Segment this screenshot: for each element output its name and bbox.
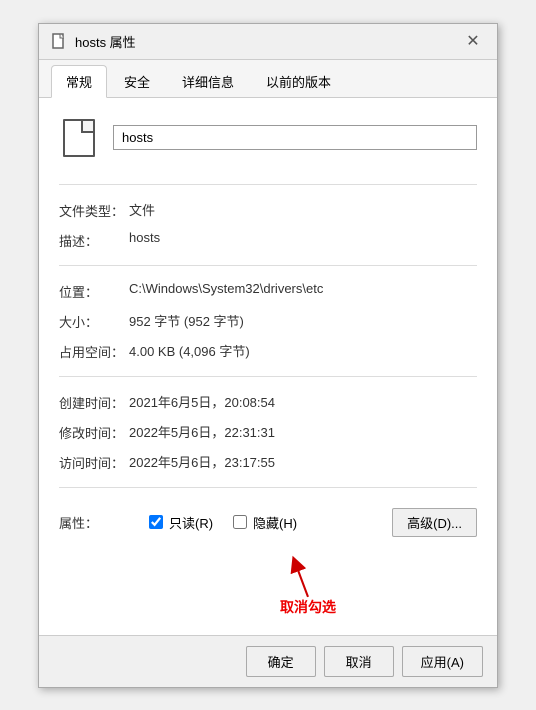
info-row-accessed: 访问时间： 2022年5月6日，23:17:55 (59, 447, 477, 477)
value-created: 2021年6月5日，20:08:54 (129, 392, 477, 411)
info-row-disksize: 占用空间： 4.00 KB (4,096 字节) (59, 336, 477, 366)
value-filetype: 文件 (129, 200, 477, 219)
info-row-created: 创建时间： 2021年6月5日，20:08:54 (59, 387, 477, 417)
arrow-icon (283, 551, 333, 601)
tab-general[interactable]: 常规 (51, 65, 107, 98)
info-group-2: 位置： C:\Windows\System32\drivers\etc 大小： … (59, 276, 477, 366)
attrs-label: 属性： (59, 513, 129, 532)
attrs-row: 属性： 只读(R) 隐藏(H) 高级(D)... (59, 498, 477, 547)
file-icon-wrapper (59, 116, 99, 160)
file-name-input[interactable] (113, 125, 477, 150)
window-title: hosts 属性 (75, 32, 136, 51)
hidden-checkbox-group[interactable]: 隐藏(H) (233, 513, 297, 532)
readonly-checkbox[interactable] (149, 515, 163, 529)
divider-2 (59, 265, 477, 266)
apply-button[interactable]: 应用(A) (402, 646, 483, 677)
value-location: C:\Windows\System32\drivers\etc (129, 281, 477, 296)
tab-details[interactable]: 详细信息 (167, 65, 249, 98)
label-created: 创建时间： (59, 392, 129, 412)
main-window: hosts 属性 ✕ 常规 安全 详细信息 以前的版本 文件类型： 文件 描述： (38, 23, 498, 688)
divider-4 (59, 487, 477, 488)
divider-3 (59, 376, 477, 377)
label-modified: 修改时间： (59, 422, 129, 442)
title-bar: hosts 属性 ✕ (39, 24, 497, 60)
bottom-buttons: 确定 取消 应用(A) (39, 635, 497, 687)
label-location: 位置： (59, 281, 129, 301)
hidden-label: 隐藏(H) (253, 513, 297, 532)
advanced-button[interactable]: 高级(D)... (392, 508, 477, 537)
value-disksize: 4.00 KB (4,096 字节) (129, 341, 477, 360)
info-row-location: 位置： C:\Windows\System32\drivers\etc (59, 276, 477, 306)
label-disksize: 占用空间： (59, 341, 129, 361)
file-header (59, 116, 477, 160)
readonly-checkbox-group[interactable]: 只读(R) (149, 513, 213, 532)
tab-previous-versions[interactable]: 以前的版本 (251, 65, 346, 98)
divider-1 (59, 184, 477, 185)
arrow-annotation: 取消勾选 (139, 551, 477, 617)
tab-content: 文件类型： 文件 描述： hosts 位置： C:\Windows\System… (39, 98, 497, 635)
info-row-size: 大小： 952 字节 (952 字节) (59, 306, 477, 336)
label-accessed: 访问时间： (59, 452, 129, 472)
label-size: 大小： (59, 311, 129, 331)
info-row-modified: 修改时间： 2022年5月6日，22:31:31 (59, 417, 477, 447)
file-icon (63, 119, 95, 157)
value-accessed: 2022年5月6日，23:17:55 (129, 452, 477, 471)
info-row: 文件类型： 文件 (59, 195, 477, 225)
hidden-checkbox[interactable] (233, 515, 247, 529)
value-modified: 2022年5月6日，22:31:31 (129, 422, 477, 441)
info-group-1: 文件类型： 文件 描述： hosts (59, 195, 477, 255)
readonly-label: 只读(R) (169, 513, 213, 532)
window-icon (51, 33, 67, 49)
tab-security[interactable]: 安全 (109, 65, 165, 98)
value-description: hosts (129, 230, 477, 245)
label-description: 描述： (59, 230, 129, 250)
tabs-bar: 常规 安全 详细信息 以前的版本 (39, 60, 497, 98)
annotation-text: 取消勾选 (280, 597, 336, 617)
close-button[interactable]: ✕ (461, 29, 485, 53)
title-bar-left: hosts 属性 (51, 32, 136, 51)
info-group-3: 创建时间： 2021年6月5日，20:08:54 修改时间： 2022年5月6日… (59, 387, 477, 477)
cancel-button[interactable]: 取消 (324, 646, 394, 677)
ok-button[interactable]: 确定 (246, 646, 316, 677)
value-size: 952 字节 (952 字节) (129, 311, 477, 330)
label-filetype: 文件类型： (59, 200, 129, 220)
info-row: 描述： hosts (59, 225, 477, 255)
